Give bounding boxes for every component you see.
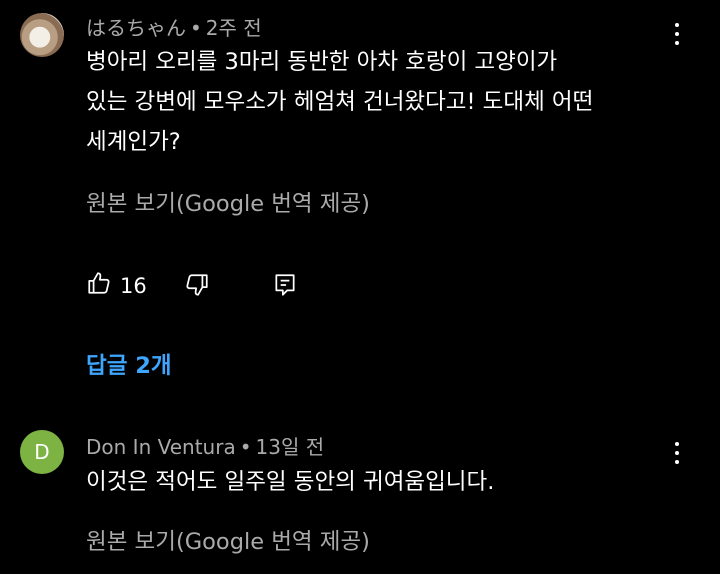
comment-text: 병아리 오리를 3마리 동반한 아차 호랑이 고양이가 있는 강변에 모우소가 … [86,49,594,155]
timestamp: 2주 전 [205,16,262,40]
comment-meta: はるちゃん • 2주 전 [86,12,262,41]
reply-button[interactable] [272,272,298,302]
author-name[interactable]: はるちゃん [86,16,186,40]
like-count: 16 [120,274,147,298]
avatar[interactable]: D [20,430,64,474]
more-vert-icon [675,23,679,27]
timestamp: 13일 전 [255,435,325,459]
thumbs-down-icon [186,274,208,296]
see-original-link[interactable]: 원본 보기(Google 번역 제공) [86,524,370,556]
comment-text: 이것은 적어도 일주일 동안의 귀여움입니다. [86,469,495,495]
comment-2: D Don In Ventura • 13일 전 이것은 적어도 일주일 동안의 귀… [0,400,720,574]
separator: • [239,435,252,459]
view-replies-button[interactable]: 답글 2개 [86,348,172,380]
comment-actions: 16 [86,270,346,302]
comment-meta: Don In Ventura • 13일 전 [86,431,324,460]
more-vert-icon [675,442,679,446]
comment-1: はるちゃん • 2주 전 병아리 오리를 3마리 동반한 아차 호랑이 고양이가 있… [0,0,720,400]
thumbs-up-icon [88,272,110,294]
dislike-button[interactable] [184,272,210,302]
see-original-link[interactable]: 원본 보기(Google 번역 제공) [86,186,370,218]
separator: • [190,16,202,40]
avatar[interactable] [20,13,64,57]
author-name[interactable]: Don In Ventura [86,435,236,459]
reply-icon [275,274,295,296]
like-button[interactable] [86,270,112,300]
